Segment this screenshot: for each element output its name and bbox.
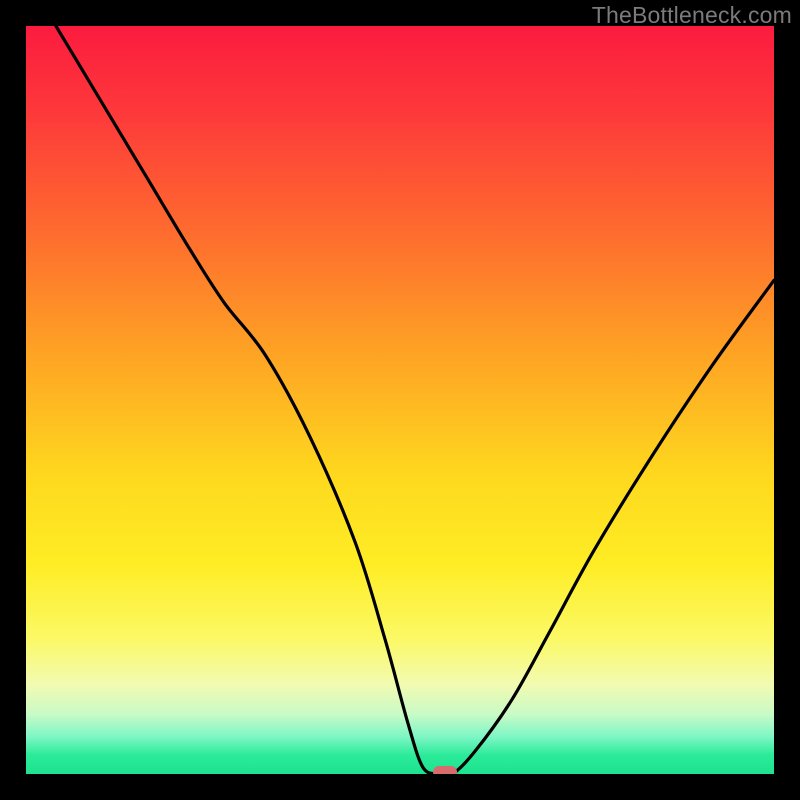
- plot-area: [26, 26, 774, 774]
- minimum-marker: [433, 766, 457, 774]
- watermark-text: TheBottleneck.com: [592, 2, 792, 29]
- chart-frame: TheBottleneck.com: [0, 0, 800, 800]
- bottleneck-curve: [26, 26, 774, 774]
